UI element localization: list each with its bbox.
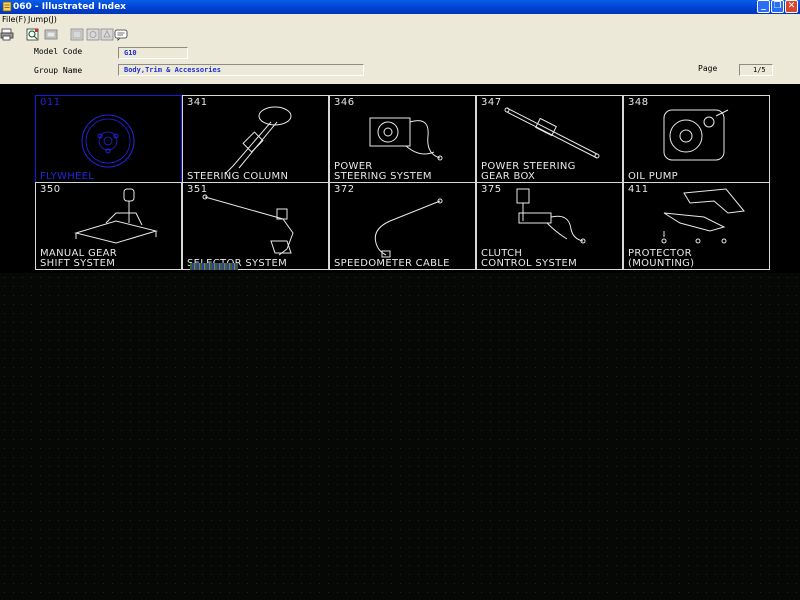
model-code-label: Model Code	[34, 47, 83, 56]
part-name: CLUTCH CONTROL SYSTEM	[481, 249, 577, 269]
chat-icon	[114, 29, 128, 41]
unrendered-area	[0, 273, 800, 600]
illustration-cell-411[interactable]: 411 PROTECTOR (MOUNTING)	[623, 182, 770, 270]
zoom-icon	[26, 28, 39, 41]
illustration-cell-348[interactable]: 348 OIL PUMP	[623, 95, 770, 183]
part-code: 411	[628, 184, 649, 195]
left-gutter	[0, 84, 34, 272]
illustration-cell-341[interactable]: 341 STEERING COLUMN	[182, 95, 329, 183]
part-illustration	[663, 109, 729, 161]
settings-icon	[100, 28, 114, 41]
copy-button[interactable]	[70, 28, 84, 41]
part-name: OIL PUMP	[628, 172, 678, 182]
part-name-line: GEAR BOX	[481, 171, 536, 182]
window-title: 060 - Illustrated Index	[13, 2, 126, 12]
part-name: FLYWHEEL	[40, 172, 94, 182]
minimize-button[interactable]: _	[757, 0, 770, 13]
part-name: POWER STEERING GEAR BOX	[481, 162, 576, 182]
part-name-line: CONTROL SYSTEM	[481, 258, 578, 269]
maximize-button[interactable]: ❐	[771, 0, 784, 13]
group-name-label: Group Name	[34, 66, 83, 75]
paste-button[interactable]	[86, 28, 100, 41]
part-code: 351	[187, 184, 208, 195]
illustration-cell-375[interactable]: 375 CLUTCH CONTROL SYSTEM	[476, 182, 623, 270]
part-name-line: STEERING COLUMN	[187, 171, 289, 182]
menu-jump[interactable]: Jump(J)	[28, 14, 57, 26]
part-name-line: SPEEDOMETER CABLE	[334, 258, 450, 269]
part-code: 375	[481, 184, 502, 195]
illustration-cell-346[interactable]: 346 POWER STEERING SYSTEM	[329, 95, 476, 183]
zoom-button[interactable]	[26, 28, 40, 41]
image-button[interactable]	[44, 28, 58, 41]
image-icon	[44, 29, 58, 40]
minimize-icon: _	[761, 1, 766, 11]
part-code: 348	[628, 97, 649, 108]
part-name: SPEEDOMETER CABLE	[334, 259, 450, 269]
illustration-cell-372[interactable]: 372 SPEEDOMETER CABLE	[329, 182, 476, 270]
part-code: 347	[481, 97, 502, 108]
part-illustration	[81, 114, 135, 168]
page-field: 1/5	[739, 64, 773, 76]
part-code: 350	[40, 184, 61, 195]
illustration-cell-011[interactable]: 011 FLYWHEEL	[35, 95, 182, 183]
app-icon	[2, 1, 12, 12]
part-name: STEERING COLUMN	[187, 172, 288, 182]
part-name-line: OIL PUMP	[628, 171, 678, 182]
part-name-line: (MOUNTING)	[628, 258, 695, 269]
restore-icon: ❐	[773, 1, 782, 11]
menu-file[interactable]: File(F)	[2, 14, 26, 26]
part-name-line: STEERING SYSTEM	[334, 171, 432, 182]
title-bar: 060 - Illustrated Index _ ❐ ✕	[0, 0, 800, 14]
header-form: Model Code G10 Group Name Body,Trim & Ac…	[0, 44, 800, 84]
illustration-cell-351[interactable]: 351SELECTOR SYSTEM	[182, 182, 329, 270]
corrupted-render-fragment	[190, 263, 238, 270]
part-code: 341	[187, 97, 208, 108]
part-name: MANUAL GEAR SHIFT SYSTEM	[40, 249, 117, 269]
print-icon	[0, 28, 14, 41]
group-name-field[interactable]: Body,Trim & Accessories	[118, 64, 364, 76]
paste-icon	[86, 28, 100, 41]
close-button[interactable]: ✕	[785, 0, 798, 13]
part-code: 346	[334, 97, 355, 108]
part-code: 011	[40, 97, 61, 108]
part-name: POWER STEERING SYSTEM	[334, 162, 432, 182]
copy-icon	[70, 28, 84, 41]
part-name: PROTECTOR (MOUNTING)	[628, 249, 694, 269]
page-label: Page	[698, 64, 718, 73]
part-code: 372	[334, 184, 355, 195]
illustration-grid: 011 FLYWHEEL 341 STEERING COLUMN 346 POWER STE…	[35, 95, 770, 273]
print-button[interactable]	[0, 28, 14, 41]
model-code-field[interactable]: G10	[118, 47, 188, 59]
chat-button[interactable]	[114, 28, 128, 41]
menu-bar: File(F) Jump(J)	[0, 14, 800, 26]
illustration-cell-347[interactable]: 347 POWER STEERING GEAR BOX	[476, 95, 623, 183]
part-name-line: FLYWHEEL	[40, 171, 95, 182]
toolbar	[0, 26, 800, 45]
part-illustration	[202, 194, 294, 256]
illustration-cell-350[interactable]: 350 MANUAL GEAR SHIFT SYSTEM	[35, 182, 182, 270]
part-illustration	[374, 198, 443, 258]
settings-button[interactable]	[100, 28, 114, 41]
part-name-line: SHIFT SYSTEM	[40, 258, 116, 269]
close-icon: ✕	[787, 1, 796, 11]
part-illustration	[224, 106, 292, 175]
